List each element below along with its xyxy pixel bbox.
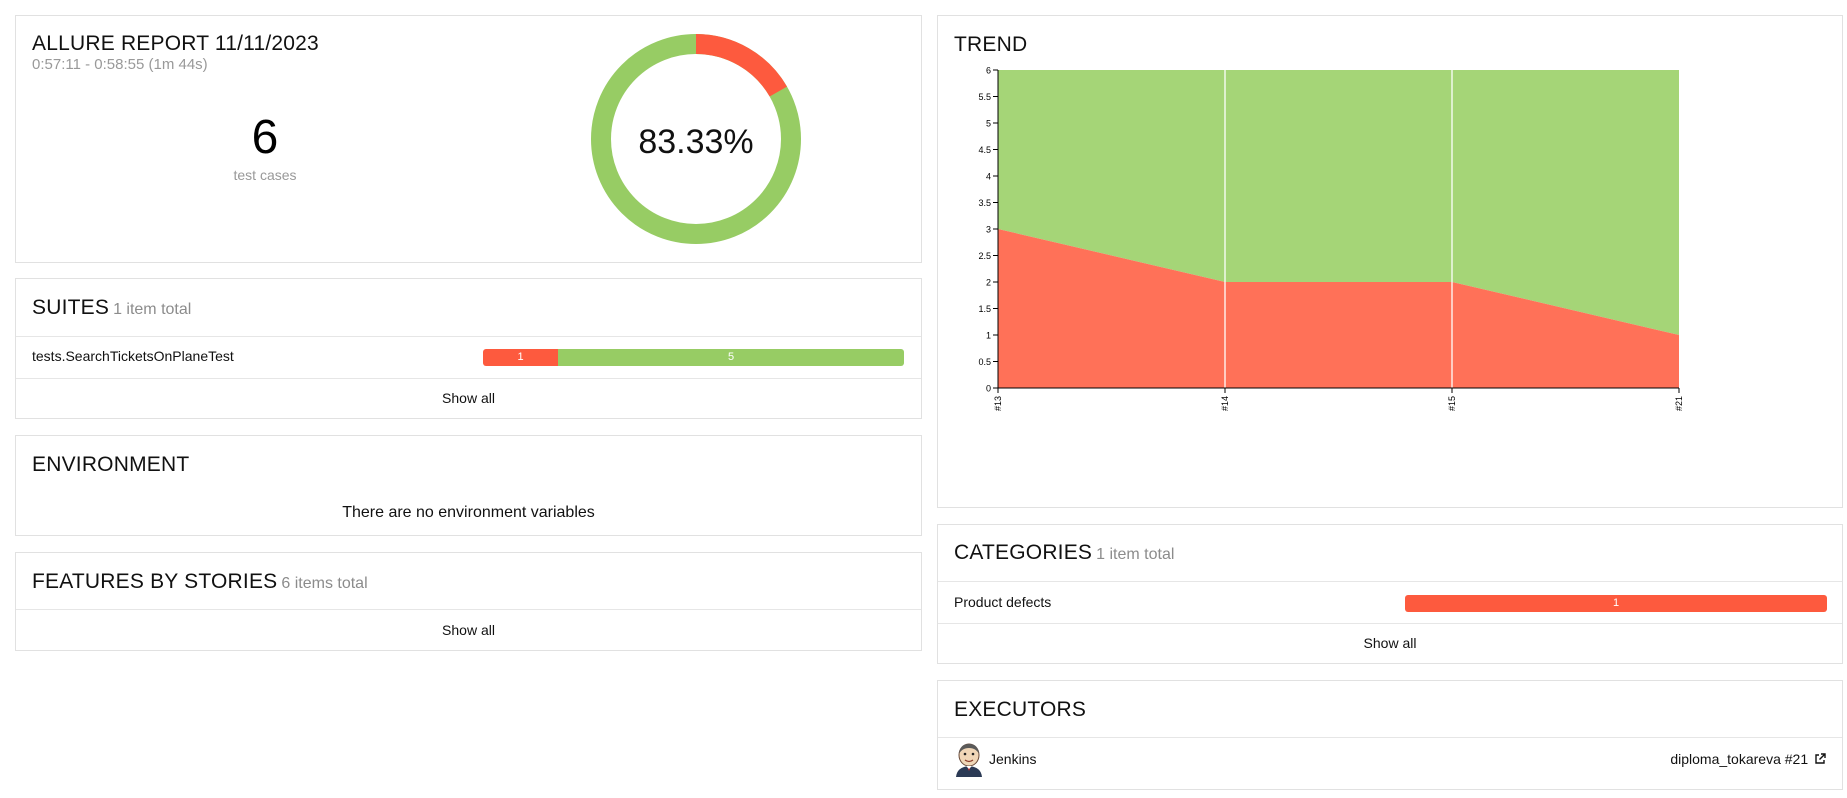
- trend-y-tick-label: 2: [986, 278, 991, 288]
- categories-title: CATEGORIES: [954, 541, 1093, 564]
- external-link-icon: [1815, 753, 1826, 764]
- success-rate-donut: 83.33%: [591, 34, 801, 244]
- executor-build-link[interactable]: diploma_tokareva #21: [1670, 751, 1826, 767]
- features-title: FEATURES BY STORIES: [32, 570, 278, 593]
- trend-x-tick-label: #13: [993, 396, 1003, 411]
- executor-row[interactable]: Jenkins diploma_tokareva #21: [938, 738, 1842, 788]
- summary-widget: ALLURE REPORT 11/11/2023 0:57:11 - 0:58:…: [15, 15, 922, 263]
- trend-y-tick-label: 1.5: [978, 304, 991, 314]
- trend-y-tick-label: 1: [986, 331, 991, 341]
- category-row[interactable]: Product defects 1: [938, 582, 1842, 623]
- features-subtitle: 6 items total: [281, 575, 368, 592]
- suite-failed-bar: 1: [483, 349, 558, 366]
- trend-x-tick-label: #15: [1447, 396, 1457, 411]
- suite-row[interactable]: tests.SearchTicketsOnPlaneTest 1 5: [16, 337, 921, 378]
- divider: [16, 378, 921, 379]
- trend-y-tick-label: 5: [986, 119, 991, 129]
- suites-widget: SUITES 1 item total tests.SearchTicketsOn…: [15, 278, 922, 419]
- categories-widget: CATEGORIES 1 item total Product defects 1…: [937, 524, 1843, 664]
- divider: [938, 623, 1842, 624]
- categories-show-all-link[interactable]: Show all: [938, 635, 1842, 651]
- jenkins-avatar-icon: [956, 743, 982, 777]
- trend-y-tick-label: 3.5: [978, 198, 991, 208]
- environment-title: ENVIRONMENT: [32, 453, 190, 476]
- success-rate-percent: 83.33%: [638, 123, 753, 161]
- test-count-label: test cases: [233, 167, 297, 183]
- report-time-range: 0:57:11 - 0:58:55 (1m 44s): [32, 56, 208, 73]
- executor-name: Jenkins: [989, 751, 1037, 767]
- trend-y-tick-label: 2.5: [978, 251, 991, 261]
- suites-show-all-link[interactable]: Show all: [16, 390, 921, 406]
- trend-x-tick-label: #14: [1220, 396, 1230, 411]
- suite-name: tests.SearchTicketsOnPlaneTest: [32, 348, 234, 364]
- report-title: ALLURE REPORT 11/11/2023: [32, 32, 319, 55]
- category-count-bar: 1: [1405, 595, 1827, 612]
- suites-subtitle: 1 item total: [113, 301, 192, 318]
- trend-y-tick-label: 3: [986, 225, 991, 235]
- features-show-all-link[interactable]: Show all: [16, 622, 921, 638]
- executors-widget: EXECUTORS Jenkins diploma_tokareva #21: [937, 680, 1843, 790]
- suite-passed-bar: 5: [558, 349, 904, 366]
- trend-y-tick-label: 0: [986, 384, 991, 394]
- trend-chart: 0 0.5 1 1.5 2 2.5 3 3.5 4 4.5 5 5.5 6 #13 #14 #15 #21: [978, 66, 1684, 411]
- trend-y-tick-label: 0.5: [978, 357, 991, 367]
- executor-build-name: diploma_tokareva #21: [1670, 751, 1809, 767]
- executors-title: EXECUTORS: [954, 698, 1087, 721]
- divider: [16, 609, 921, 610]
- categories-subtitle: 1 item total: [1096, 546, 1175, 563]
- features-widget: FEATURES BY STORIES 6 items total Show al…: [15, 552, 922, 651]
- environment-empty-text: There are no environment variables: [342, 504, 595, 521]
- environment-widget: ENVIRONMENT There are no environment var…: [15, 435, 922, 536]
- trend-y-tick-label: 5.5: [978, 92, 991, 102]
- trend-title: TREND: [954, 33, 1028, 56]
- trend-y-tick-label: 4: [986, 172, 991, 182]
- trend-y-tick-label: 6: [986, 66, 991, 76]
- trend-widget: TREND 0 0.5 1 1.5 2 2.5 3 3.5 4 4.5 5 5.5 6 #13 #14 #15…: [937, 15, 1843, 508]
- trend-y-tick-label: 4.5: [978, 145, 991, 155]
- trend-x-tick-label: #21: [1674, 396, 1684, 411]
- category-name: Product defects: [954, 594, 1052, 610]
- suites-title: SUITES: [32, 296, 110, 319]
- test-count: 6: [251, 111, 279, 164]
